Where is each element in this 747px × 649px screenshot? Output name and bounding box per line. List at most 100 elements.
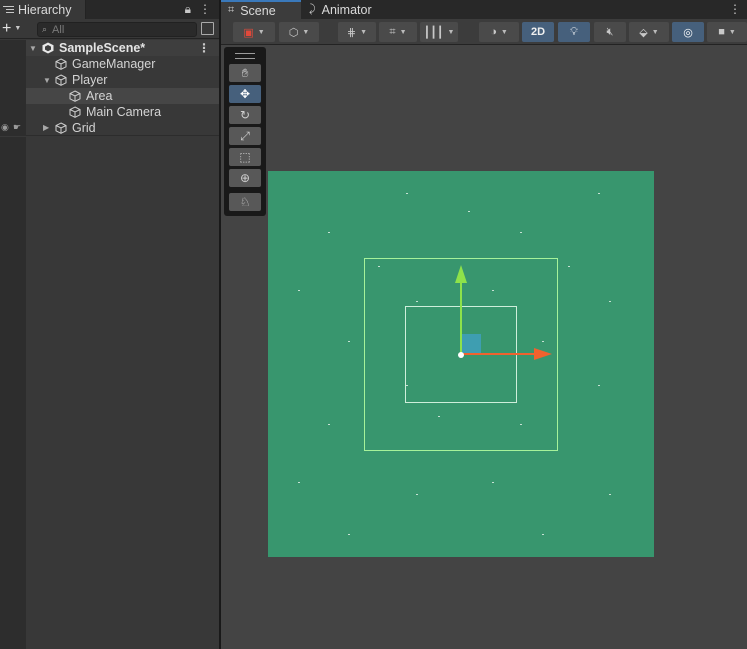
audio-toggle[interactable]: 🔇︎: [594, 22, 626, 42]
draw-mode-dropdown[interactable]: ◑ ▼: [479, 22, 519, 42]
grid-speck: [542, 534, 544, 535]
gizmo-y-arrow[interactable]: [455, 265, 467, 283]
grid-speck: [598, 385, 600, 386]
scene-visibility-toggle[interactable]: ◎: [672, 22, 704, 42]
gizmo-center[interactable]: [458, 352, 464, 358]
rotate-tool-button[interactable]: ↻: [229, 106, 261, 124]
effects-layers-icon: ⬙: [639, 26, 648, 39]
effects-dropdown[interactable]: ⬙ ▼: [629, 22, 669, 42]
hierarchy-tab-label: Hierarchy: [18, 2, 72, 17]
scene-panel: ⌗ Scene ⤸ Animator ⋮ ▣ ▼ ⬡ ▼ ⋕ ▼ ⌗ ▼ ┃┃┃ ▼ ◑ ▼…: [221, 0, 747, 649]
hierarchy-item-grid[interactable]: ◉ ☛︎ ▶ Grid: [0, 120, 219, 136]
custom-tool-button[interactable]: ♘: [229, 193, 261, 211]
unity-editor: Hierarchy 🔒︎ ⋮ + ▼ ⌕ All ▼ SampleScene* …: [0, 0, 747, 649]
grid-speck: [520, 424, 522, 425]
tool-handle-position-dropdown[interactable]: ▣ ▼: [233, 22, 275, 42]
hierarchy-item-label: Player: [72, 73, 108, 87]
grid-speck: [406, 385, 408, 386]
grid-speck: [468, 211, 470, 212]
tool-handle-rotation-dropdown[interactable]: ⬡ ▼: [279, 22, 319, 42]
move-arrows-icon: ✥: [239, 87, 251, 101]
foldout-expanded-icon[interactable]: ▼: [29, 44, 37, 53]
tab-animator-label: Animator: [321, 2, 372, 17]
overlay-drag-handle[interactable]: [235, 53, 255, 59]
hierarchy-item-label: GameManager: [72, 57, 156, 71]
pivot-icon: ▣: [243, 26, 254, 39]
rect-transform-icon: ⬚: [239, 150, 251, 164]
gizmo-x-arrow[interactable]: [534, 348, 552, 360]
more-options-icon[interactable]: ⋮: [199, 2, 211, 17]
more-options-icon[interactable]: ⋮: [729, 2, 741, 16]
hierarchy-gutter: [0, 137, 26, 649]
grid-speck: [492, 290, 494, 291]
grid-speck: [416, 301, 418, 302]
grid-axis-icon: ⋕: [346, 26, 357, 39]
scene-grid-icon: ⌗: [228, 4, 235, 16]
gameobject-icon: [69, 90, 81, 102]
grid-speck: [492, 482, 494, 483]
move-tool-button[interactable]: ✥: [229, 85, 261, 103]
plus-icon: +: [2, 19, 12, 37]
grid-speck: [298, 482, 300, 483]
video-camera-icon: ■: [718, 26, 725, 38]
grid-speck: [520, 232, 522, 233]
hierarchy-tab[interactable]: Hierarchy: [0, 0, 86, 19]
rect-tool-button[interactable]: ⬚: [229, 148, 261, 166]
tools-overlay: ✋︎ ✥ ↻ ⤢ ⬚ ⊕ ♘: [224, 47, 266, 216]
grid-speck: [378, 266, 380, 267]
grid-speck: [609, 301, 611, 302]
unity-scene-icon: [42, 42, 54, 54]
camera-settings-dropdown[interactable]: ■ ▼: [707, 22, 747, 42]
search-options-icon[interactable]: [201, 22, 214, 35]
move-gizmo[interactable]: [268, 171, 654, 557]
hierarchy-panel: Hierarchy 🔒︎ ⋮ + ▼ ⌕ All ▼ SampleScene* …: [0, 0, 219, 649]
lock-icon[interactable]: 🔒︎: [185, 2, 191, 17]
scene-toolbar: ▣ ▼ ⬡ ▼ ⋕ ▼ ⌗ ▼ ┃┃┃ ▼ ◑ ▼ 2D 💡︎ 🔇︎ ⬙ ▼ ◎ ■ ▼: [221, 19, 747, 45]
gameobject-icon: [69, 106, 81, 118]
increment-snap-icon: ┃┃┃: [423, 26, 444, 39]
scene-menu-icon[interactable]: ⋮: [198, 41, 210, 55]
search-icon: ⌕: [42, 24, 48, 34]
hierarchy-item-gamemanager[interactable]: GameManager: [0, 56, 219, 72]
gizmo-plane-handle[interactable]: [462, 334, 481, 354]
pickable-hand-icon[interactable]: ☛︎: [13, 122, 21, 133]
eye-hidden-icon: ◎: [683, 26, 693, 39]
create-button[interactable]: + ▼: [2, 20, 28, 37]
tab-animator[interactable]: ⤸ Animator: [306, 0, 386, 19]
gameobject-icon: [55, 122, 67, 134]
transform-tool-button[interactable]: ⊕: [229, 169, 261, 187]
transform-icon: ⊕: [239, 171, 251, 185]
hierarchy-item-area[interactable]: Area: [0, 88, 219, 104]
grid-visibility-dropdown[interactable]: ⋕ ▼: [338, 22, 376, 42]
scene-tabbar: ⌗ Scene ⤸ Animator ⋮: [221, 0, 747, 19]
scale-tool-button[interactable]: ⤢: [229, 127, 261, 145]
grid-speck: [298, 290, 300, 291]
hierarchy-scene-row[interactable]: ▼ SampleScene* ⋮: [0, 40, 219, 56]
tab-scene[interactable]: ⌗ Scene: [221, 0, 301, 19]
hierarchy-tabbar: Hierarchy 🔒︎ ⋮: [0, 0, 219, 19]
visibility-eye-icon[interactable]: ◉: [1, 122, 9, 133]
hierarchy-item-main-camera[interactable]: Main Camera: [0, 104, 219, 120]
grid-snapping-dropdown[interactable]: ⌗ ▼: [379, 22, 417, 42]
hand-icon: ✋︎: [241, 65, 249, 80]
grid-speck: [348, 534, 350, 535]
animator-icon: ⤸: [309, 3, 316, 15]
audio-mute-icon: 🔇︎: [606, 25, 614, 38]
hierarchy-item-player[interactable]: ▼ Player: [0, 72, 219, 88]
hierarchy-item-label: Grid: [72, 121, 96, 135]
rotate-icon: ↻: [239, 108, 251, 122]
lighting-toggle[interactable]: 💡︎: [558, 22, 590, 42]
foldout-expanded-icon[interactable]: ▼: [43, 76, 51, 85]
grid-speck: [328, 424, 330, 425]
hierarchy-item-label: Area: [86, 89, 113, 103]
scene-viewport[interactable]: [268, 171, 654, 557]
toggle-2d-button[interactable]: 2D: [522, 22, 554, 42]
grid-speck: [416, 494, 418, 495]
grid-speck: [598, 193, 600, 194]
view-tool-button[interactable]: ✋︎: [229, 64, 261, 82]
cube-global-icon: ⬡: [288, 26, 299, 39]
increment-snap-dropdown[interactable]: ┃┃┃ ▼: [420, 22, 458, 42]
foldout-collapsed-icon[interactable]: ▶: [43, 123, 49, 132]
chevron-down-icon: ▼: [14, 25, 22, 32]
search-input[interactable]: ⌕ All: [37, 22, 197, 37]
